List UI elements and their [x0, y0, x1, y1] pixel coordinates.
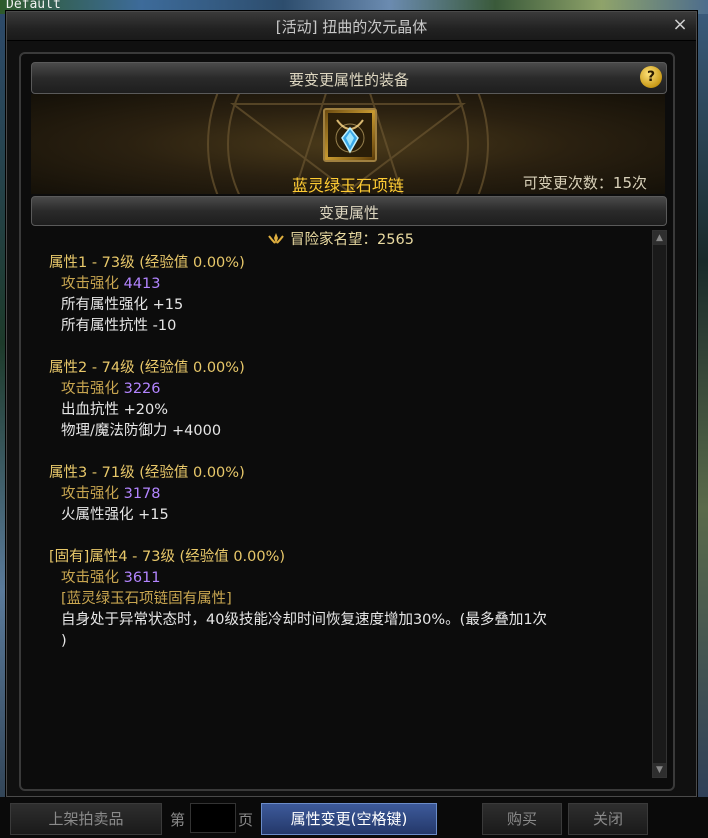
- reputation-line: 冒险家名望：2565: [31, 230, 649, 251]
- attributes-scrollbar[interactable]: ▲ ▼: [652, 230, 667, 778]
- help-icon[interactable]: ?: [640, 66, 662, 88]
- list-auction-button[interactable]: 上架拍卖品: [10, 803, 162, 835]
- unique-attribute-desc-end: ): [61, 633, 67, 649]
- attack-line: 攻击强化 3178: [61, 484, 649, 505]
- attribute-head: 属性2 - 74级 (经验值 0.00%): [49, 360, 245, 376]
- attribute-line: 火属性强化 +15: [61, 507, 169, 523]
- attribute-block-4: [固有]属性4 - 73级 (经验值 0.00%) 攻击强化 3611 [蓝灵绿…: [31, 547, 649, 652]
- attribute-block-3: 属性3 - 71级 (经验值 0.00%) 攻击强化 3178 火属性强化 +1…: [31, 463, 649, 526]
- attributes-list: 冒险家名望：2565 属性1 - 73级 (经验值 0.00%) 攻击强化 44…: [31, 228, 649, 773]
- buy-button[interactable]: 购买: [482, 803, 562, 835]
- attribute-line: 出血抗性 +20%: [61, 402, 168, 418]
- attributes-header-label: 变更属性: [318, 204, 379, 222]
- window-title: [活动] 扭曲的次元晶体: [275, 18, 428, 36]
- change-attribute-button[interactable]: 属性变更(空格键): [261, 803, 437, 835]
- attribute-head: [固有]属性4 - 73级 (经验值 0.00%): [49, 549, 286, 565]
- attribute-head: 属性1 - 73级 (经验值 0.00%): [49, 255, 245, 271]
- attack-label: 攻击强化: [61, 381, 124, 397]
- attributes-header: 变更属性: [31, 196, 667, 226]
- reputation-value: 冒险家名望：2565: [290, 232, 414, 248]
- attribute-line: 所有属性抗性 -10: [61, 318, 177, 334]
- attack-line: 攻击强化 3611: [61, 568, 649, 589]
- laurel-icon: [268, 233, 284, 244]
- attribute-block-2: 属性2 - 74级 (经验值 0.00%) 攻击强化 3226 出血抗性 +20…: [31, 358, 649, 442]
- attack-value: 3226: [123, 381, 161, 397]
- equipment-header-label: 要变更属性的装备: [288, 71, 409, 89]
- attack-line: 攻击强化 4413: [61, 274, 649, 295]
- window-titlebar[interactable]: [活动] 扭曲的次元晶体 ×: [7, 12, 696, 41]
- page-input[interactable]: [190, 803, 236, 833]
- attack-label: 攻击强化: [61, 486, 124, 502]
- close-icon[interactable]: ×: [670, 15, 690, 35]
- attack-line: 攻击强化 3226: [61, 379, 649, 400]
- attack-label: 攻击强化: [61, 570, 124, 586]
- attack-value: 3178: [123, 486, 161, 502]
- attribute-change-window: [活动] 扭曲的次元晶体 × 要变更属性的装备 ? 蓝灵绿玉石项链 可变更次数：…: [6, 11, 697, 797]
- scroll-up-icon[interactable]: ▲: [653, 231, 666, 245]
- equipment-panel: 蓝灵绿玉石项链 可变更次数：15次: [31, 94, 665, 194]
- attribute-head: 属性3 - 71级 (经验值 0.00%): [49, 465, 245, 481]
- attack-value: 3611: [123, 570, 161, 586]
- scroll-down-icon[interactable]: ▼: [653, 763, 666, 777]
- attribute-block-1: 属性1 - 73级 (经验值 0.00%) 攻击强化 4413 所有属性强化 +…: [31, 253, 649, 337]
- window-body: 要变更属性的装备 ? 蓝灵绿玉石项链 可变更次数：15次 变更属性 冒险家名望：…: [19, 52, 675, 791]
- equipment-header: 要变更属性的装备 ?: [31, 62, 667, 94]
- bottom-bar: 上架拍卖品 第 页 属性变更(空格键) 购买 关闭: [0, 797, 708, 838]
- attack-value: 4413: [123, 276, 161, 292]
- attribute-line: 物理/魔法防御力 +4000: [61, 423, 222, 439]
- attribute-line: 所有属性强化 +15: [61, 297, 184, 313]
- page-prefix: 第: [170, 811, 186, 829]
- attack-label: 攻击强化: [61, 276, 124, 292]
- page-suffix: 页: [238, 811, 254, 829]
- necklace-icon: [328, 113, 372, 157]
- unique-attribute-title: [蓝灵绿玉石项链固有属性]: [61, 591, 232, 607]
- unique-attribute-desc: 自身处于异常状态时，40级技能冷却时间恢复速度增加30%。(最多叠加1次: [61, 612, 548, 628]
- equipment-slot[interactable]: [323, 108, 377, 162]
- close-button[interactable]: 关闭: [568, 803, 648, 835]
- change-count: 可变更次数：15次: [522, 174, 647, 192]
